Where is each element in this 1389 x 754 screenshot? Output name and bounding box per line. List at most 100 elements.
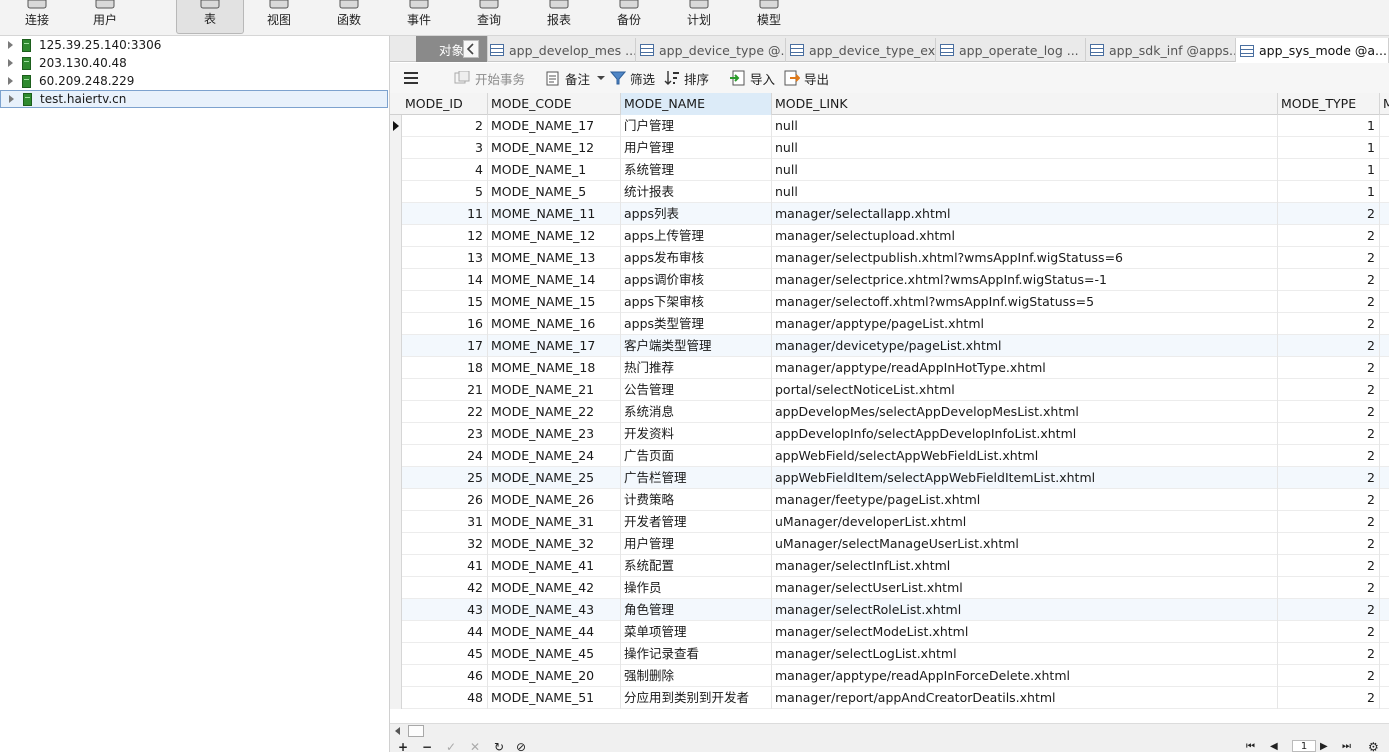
cell-id[interactable]: 14 <box>402 269 488 291</box>
cell-type[interactable]: 2 <box>1278 577 1380 599</box>
cell-id[interactable]: 32 <box>402 533 488 555</box>
cell-id[interactable]: 5 <box>402 181 488 203</box>
scrollbar-thumb[interactable] <box>408 725 424 737</box>
cell-type[interactable]: 2 <box>1278 203 1380 225</box>
cell-link[interactable]: manager/apptype/readAppInHotType.xhtml <box>772 357 1278 379</box>
tab-table[interactable]: app_sdk_inf @apps... <box>1086 38 1236 62</box>
row-marker[interactable] <box>390 665 402 687</box>
table-row[interactable]: 11 MOME_NAME_11 apps列表 manager/selectallapp… <box>390 203 1389 225</box>
row-marker[interactable] <box>390 225 402 247</box>
row-marker[interactable] <box>390 203 402 225</box>
cell-id[interactable]: 26 <box>402 489 488 511</box>
discard-changes-icon[interactable]: ✕ <box>470 741 480 753</box>
table-row[interactable]: 4 MODE_NAME_1 系统管理 null 1 <box>390 159 1389 181</box>
row-marker[interactable] <box>390 247 402 269</box>
cell-name[interactable]: 分应用到类别到开发者 <box>621 687 772 709</box>
table-row[interactable]: 43 MODE_NAME_43 角色管理 manager/selectRoleList… <box>390 599 1389 621</box>
column-header[interactable]: M <box>1380 93 1389 115</box>
cell-type[interactable]: 1 <box>1278 115 1380 137</box>
table-row[interactable]: 13 MOME_NAME_13 apps发布审核 manager/selectpubl… <box>390 247 1389 269</box>
toolbar-button-view[interactable]: 视图 <box>244 0 314 34</box>
row-marker[interactable] <box>390 555 402 577</box>
cell-name[interactable]: 操作记录查看 <box>621 643 772 665</box>
column-header[interactable]: MODE_TYPE <box>1278 93 1380 115</box>
toolbar-button-schedule[interactable]: 计划 <box>664 0 734 34</box>
cell-id[interactable]: 42 <box>402 577 488 599</box>
row-marker[interactable] <box>390 137 402 159</box>
table-row[interactable]: 25 MODE_NAME_25 广告栏管理 appWebFieldItem/selec… <box>390 467 1389 489</box>
cell-type[interactable]: 2 <box>1278 379 1380 401</box>
cell-id[interactable]: 43 <box>402 599 488 621</box>
table-row[interactable]: 32 MODE_NAME_32 用户管理 uManager/selectManageU… <box>390 533 1389 555</box>
row-marker[interactable] <box>390 313 402 335</box>
cell-link[interactable]: manager/selectupload.xhtml <box>772 225 1278 247</box>
export-button[interactable]: 导出 <box>784 69 829 87</box>
cell-link[interactable]: uManager/developerList.xhtml <box>772 511 1278 533</box>
table-row[interactable]: 17 MOME_NAME_17 客户端类型管理 manager/devicetype/… <box>390 335 1389 357</box>
cell-code[interactable]: MOME_NAME_12 <box>488 225 621 247</box>
cell-name[interactable]: 公告管理 <box>621 379 772 401</box>
cell-id[interactable]: 15 <box>402 291 488 313</box>
row-marker[interactable] <box>390 423 402 445</box>
cell-id[interactable]: 45 <box>402 643 488 665</box>
table-row[interactable]: 31 MODE_NAME_31 开发者管理 uManager/developerLis… <box>390 511 1389 533</box>
cell-link[interactable]: null <box>772 137 1278 159</box>
row-marker[interactable] <box>390 577 402 599</box>
row-marker[interactable] <box>390 357 402 379</box>
cell-link[interactable]: manager/feetype/pageList.xhtml <box>772 489 1278 511</box>
table-row[interactable]: 18 MOME_NAME_18 热门推荐 manager/apptype/readAp… <box>390 357 1389 379</box>
cell-link[interactable]: manager/selectprice.xhtml?wmsAppInf.wigS… <box>772 269 1278 291</box>
row-marker[interactable] <box>390 445 402 467</box>
cell-type[interactable]: 2 <box>1278 247 1380 269</box>
cell-name[interactable]: 强制删除 <box>621 665 772 687</box>
row-marker[interactable] <box>390 511 402 533</box>
cell-id[interactable]: 46 <box>402 665 488 687</box>
cell-link[interactable]: null <box>772 115 1278 137</box>
cell-code[interactable]: MODE_NAME_20 <box>488 665 621 687</box>
row-marker[interactable] <box>390 181 402 203</box>
connection-item[interactable]: 60.209.248.229 <box>0 72 388 90</box>
cell-link[interactable]: portal/selectNoticeList.xhtml <box>772 379 1278 401</box>
cell-link[interactable]: null <box>772 159 1278 181</box>
cell-type[interactable]: 2 <box>1278 467 1380 489</box>
cell-name[interactable]: 角色管理 <box>621 599 772 621</box>
table-row[interactable]: 23 MODE_NAME_23 开发资料 appDevelopInfo/selectA… <box>390 423 1389 445</box>
cell-name[interactable]: 操作员 <box>621 577 772 599</box>
row-marker[interactable] <box>390 335 402 357</box>
cell-code[interactable]: MOME_NAME_16 <box>488 313 621 335</box>
cell-code[interactable]: MODE_NAME_22 <box>488 401 621 423</box>
expand-arrow-icon[interactable] <box>8 59 13 67</box>
cell-type[interactable]: 2 <box>1278 357 1380 379</box>
row-marker[interactable] <box>390 269 402 291</box>
toolbar-button-model[interactable]: 模型 <box>734 0 804 34</box>
cell-type[interactable]: 2 <box>1278 643 1380 665</box>
tab-table[interactable]: app_sys_mode @a... <box>1236 38 1389 63</box>
cell-code[interactable]: MODE_NAME_24 <box>488 445 621 467</box>
toolbar-button-report[interactable]: 报表 <box>524 0 594 34</box>
cell-link[interactable]: manager/apptype/pageList.xhtml <box>772 313 1278 335</box>
cell-name[interactable]: 广告页面 <box>621 445 772 467</box>
cell-id[interactable]: 41 <box>402 555 488 577</box>
cell-code[interactable]: MODE_NAME_26 <box>488 489 621 511</box>
cell-name[interactable]: apps调价审核 <box>621 269 772 291</box>
cell-name[interactable]: 广告栏管理 <box>621 467 772 489</box>
cell-code[interactable]: MODE_NAME_21 <box>488 379 621 401</box>
expand-arrow-icon[interactable] <box>8 41 13 49</box>
cell-id[interactable]: 4 <box>402 159 488 181</box>
connection-item[interactable]: 203.130.40.48 <box>0 54 388 72</box>
cell-id[interactable]: 24 <box>402 445 488 467</box>
cell-name[interactable]: 客户端类型管理 <box>621 335 772 357</box>
cell-code[interactable]: MOME_NAME_13 <box>488 247 621 269</box>
cell-name[interactable]: 菜单项管理 <box>621 621 772 643</box>
cell-type[interactable]: 2 <box>1278 511 1380 533</box>
cell-id[interactable]: 21 <box>402 379 488 401</box>
cell-name[interactable]: 系统配置 <box>621 555 772 577</box>
table-row[interactable]: 16 MOME_NAME_16 apps类型管理 manager/apptype/pa… <box>390 313 1389 335</box>
cell-name[interactable]: 用户管理 <box>621 533 772 555</box>
cell-code[interactable]: MOME_NAME_18 <box>488 357 621 379</box>
row-marker[interactable] <box>390 401 402 423</box>
table-row[interactable]: 3 MODE_NAME_12 用户管理 null 1 <box>390 137 1389 159</box>
cell-name[interactable]: apps下架审核 <box>621 291 772 313</box>
table-row[interactable]: 48 MODE_NAME_51 分应用到类别到开发者 manager/report/a… <box>390 687 1389 709</box>
cell-type[interactable]: 2 <box>1278 489 1380 511</box>
